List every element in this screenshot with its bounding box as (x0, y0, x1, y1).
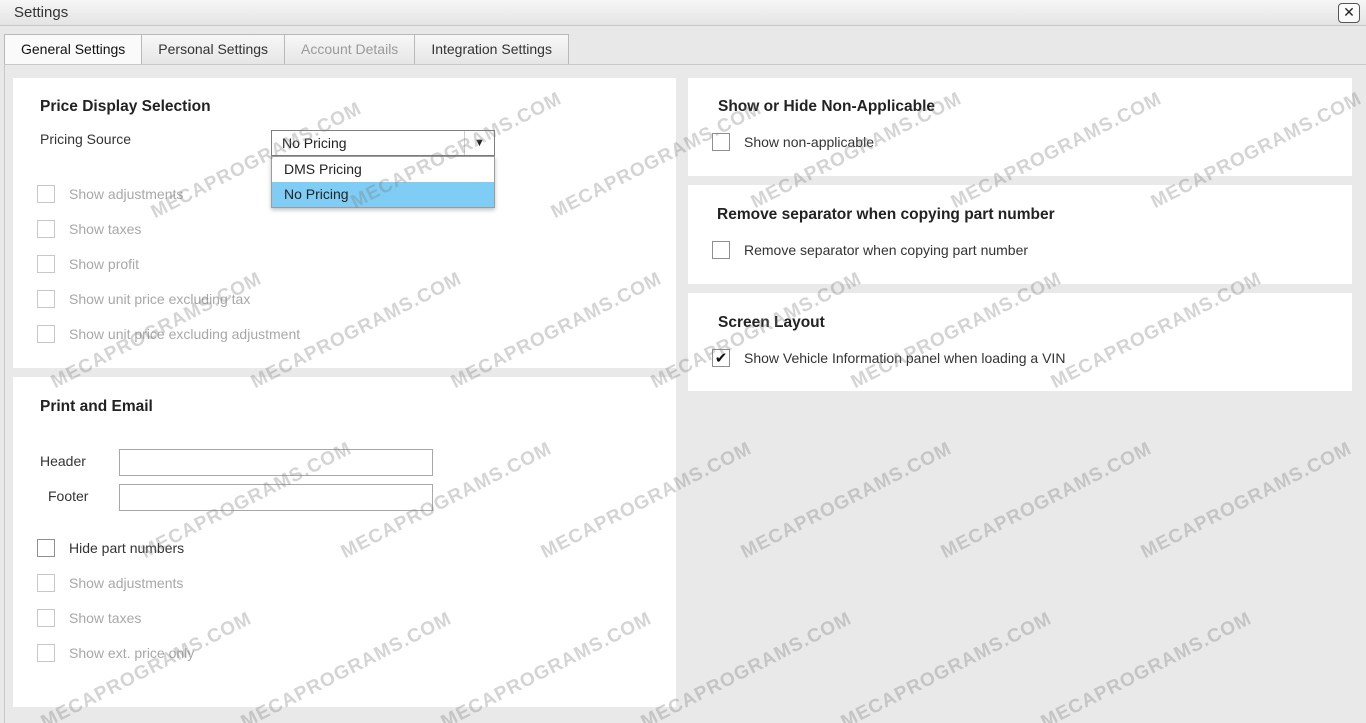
checkbox-row-show-profit: Show profit (37, 254, 139, 274)
header-input[interactable] (119, 449, 433, 476)
checkbox-label: Show taxes (69, 610, 142, 626)
footer-input[interactable] (119, 484, 433, 511)
checkbox-row-show-vehicle-info: ✔ Show Vehicle Information panel when lo… (712, 348, 1065, 368)
checkbox-label: Show non-applicable (744, 134, 874, 150)
show-vehicle-info-checkbox[interactable]: ✔ (712, 349, 730, 367)
tab-personal-settings[interactable]: Personal Settings (141, 34, 286, 64)
non-applicable-panel (688, 78, 1352, 176)
tab-bar: General Settings Personal Settings Accou… (4, 34, 569, 65)
screen-layout-title: Screen Layout (718, 314, 825, 331)
checkbox-label: Show profit (69, 256, 140, 272)
dropdown-option-no-pricing[interactable]: No Pricing (272, 182, 494, 207)
screen-layout-panel (688, 293, 1352, 391)
checkbox-label: Remove separator when copying part numbe… (744, 242, 1029, 258)
print-email-title: Print and Email (40, 398, 153, 415)
checkbox-row-show-adjustments: Show adjustments (37, 184, 183, 204)
checkbox-row-unit-price-excl-tax: Show unit price excluding tax (37, 289, 250, 309)
checkbox-row-unit-price-excl-adjustment: Show unit price excluding adjustment (37, 324, 300, 344)
tab-general-settings[interactable]: General Settings (4, 34, 143, 65)
checkbox-row-print-show-taxes: Show taxes (37, 608, 141, 628)
remove-separator-checkbox[interactable] (712, 241, 730, 259)
close-button[interactable]: ✕ (1338, 3, 1360, 23)
checkbox-label: Show ext. price only (69, 645, 195, 661)
price-display-title: Price Display Selection (40, 98, 211, 115)
dropdown-option-dms-pricing[interactable]: DMS Pricing (272, 157, 494, 182)
checkbox-row-show-taxes: Show taxes (37, 219, 141, 239)
pricing-source-select[interactable]: No Pricing ▼ (271, 130, 495, 156)
pricing-source-value: No Pricing (282, 135, 347, 151)
print-show-taxes-checkbox[interactable] (37, 609, 55, 627)
show-profit-checkbox[interactable] (37, 255, 55, 273)
pricing-source-dropdown: DMS Pricing No Pricing (271, 156, 495, 208)
checkbox-row-show-ext-price-only: Show ext. price only (37, 643, 194, 663)
unit-price-excl-tax-checkbox[interactable] (37, 290, 55, 308)
non-applicable-title: Show or Hide Non-Applicable (718, 98, 936, 115)
checkmark-icon: ✔ (714, 350, 728, 367)
checkbox-label: Show taxes (69, 221, 142, 237)
tab-integration-settings[interactable]: Integration Settings (414, 34, 569, 64)
pricing-source-label: Pricing Source (40, 131, 132, 147)
unit-price-excl-adjustment-checkbox[interactable] (37, 325, 55, 343)
header-label: Header (40, 453, 86, 469)
checkbox-label: Show unit price excluding adjustment (69, 326, 301, 342)
checkbox-label: Show adjustments (69, 186, 184, 202)
chevron-down-icon[interactable]: ▼ (464, 131, 494, 155)
checkbox-row-print-show-adjustments: Show adjustments (37, 573, 183, 593)
window-title: Settings (14, 4, 69, 21)
checkbox-row-hide-part-numbers: Hide part numbers (37, 538, 184, 558)
print-show-adjustments-checkbox[interactable] (37, 574, 55, 592)
separator-title: Remove separator when copying part numbe… (717, 206, 1055, 223)
checkbox-label: Show unit price excluding tax (69, 291, 251, 307)
checkbox-label: Show Vehicle Information panel when load… (744, 350, 1066, 366)
hide-part-numbers-checkbox[interactable] (37, 539, 55, 557)
checkbox-label: Show adjustments (69, 575, 184, 591)
footer-label: Footer (48, 488, 89, 504)
checkbox-row-remove-separator: Remove separator when copying part numbe… (712, 240, 1028, 260)
tab-account-details: Account Details (284, 34, 416, 64)
close-icon: ✕ (1343, 4, 1355, 20)
show-non-applicable-checkbox[interactable] (712, 133, 730, 151)
show-ext-price-only-checkbox[interactable] (37, 644, 55, 662)
show-adjustments-checkbox[interactable] (37, 185, 55, 203)
separator-panel (688, 185, 1352, 284)
checkbox-row-show-non-applicable: Show non-applicable (712, 132, 874, 152)
title-bar: Settings ✕ (0, 0, 1366, 26)
checkbox-label: Hide part numbers (69, 540, 185, 556)
show-taxes-checkbox[interactable] (37, 220, 55, 238)
